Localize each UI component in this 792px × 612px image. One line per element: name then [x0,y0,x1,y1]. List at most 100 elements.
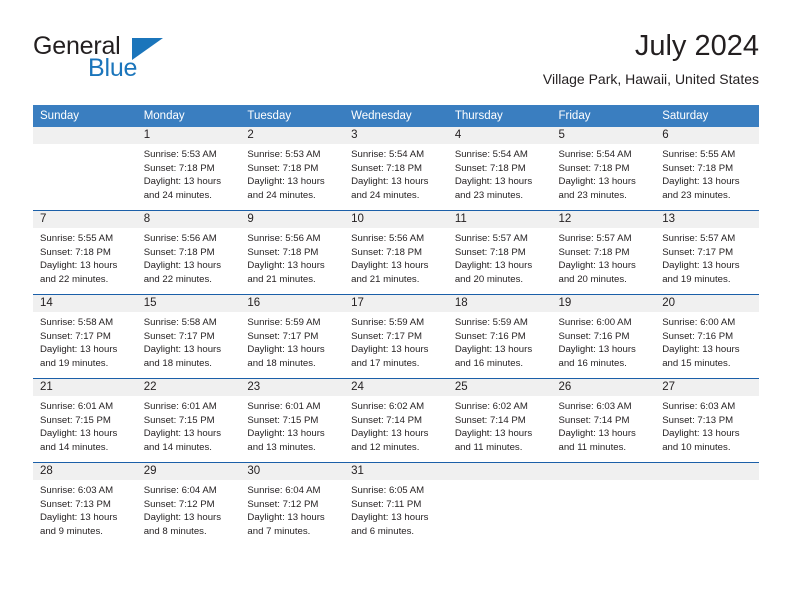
day-number: 20 [655,295,759,312]
calendar-day[interactable]: 1 Sunrise: 5:53 AM Sunset: 7:18 PM Daylight… [136,127,241,210]
day-number: 10 [344,211,448,228]
calendar-day[interactable]: 22 Sunrise: 6:01 AM Sunset: 7:15 PM Dayligh… [136,379,241,462]
daylight-text-line1: Daylight: 13 hours [662,344,740,356]
sunset-text: Sunset: 7:14 PM [454,414,526,426]
day-number: 21 [33,379,137,396]
calendar-day-cell [551,462,656,546]
calendar-day[interactable]: 26 Sunrise: 6:03 AM Sunset: 7:14 PM Dayligh… [551,379,656,462]
calendar-day[interactable]: 14 Sunrise: 5:58 AM Sunset: 7:17 PM Dayligh… [33,295,137,378]
day-number [447,463,552,480]
calendar-day[interactable]: 5 Sunrise: 5:54 AM Sunset: 7:18 PM Daylight… [551,127,656,210]
calendar-day-cell: 5 Sunrise: 5:54 AM Sunset: 7:18 PM Daylight… [551,127,656,211]
daylight-text-line2: and 15 minutes. [662,357,731,369]
calendar-day[interactable]: 19 Sunrise: 6:00 AM Sunset: 7:16 PM Dayligh… [551,295,656,378]
calendar-day[interactable]: 10 Sunrise: 5:56 AM Sunset: 7:18 PM Dayligh… [344,211,448,294]
calendar-day[interactable]: 13 Sunrise: 5:57 AM Sunset: 7:17 PM Dayligh… [655,211,759,294]
daylight-text-line1: Daylight: 13 hours [143,176,222,188]
sunrise-text: Sunrise: 5:55 AM [662,149,736,160]
daylight-text-line1: Daylight: 13 hours [143,260,222,272]
calendar-day[interactable]: 7 Sunrise: 5:55 AM Sunset: 7:18 PM Daylight… [33,211,137,294]
sunrise-text: Sunrise: 5:58 AM [40,317,114,328]
calendar-day[interactable]: 11 Sunrise: 5:57 AM Sunset: 7:18 PM Dayligh… [447,211,552,294]
calendar-day[interactable]: 17 Sunrise: 5:59 AM Sunset: 7:17 PM Dayligh… [344,295,448,378]
day-sun-info: Sunrise: 6:02 AM Sunset: 7:14 PM Daylight:… [448,396,552,454]
sunset-text: Sunset: 7:12 PM [143,498,215,510]
calendar-day[interactable]: 21 Sunrise: 6:01 AM Sunset: 7:15 PM Dayligh… [33,379,137,462]
day-sun-info: Sunrise: 6:04 AM Sunset: 7:12 PM Daylight:… [137,480,241,538]
calendar-day[interactable]: 27 Sunrise: 6:03 AM Sunset: 7:13 PM Dayligh… [655,379,759,462]
weekday-header-saturday: Saturday [655,105,759,127]
sunrise-text: Sunrise: 6:01 AM [40,401,114,412]
calendar-day[interactable]: 4 Sunrise: 5:54 AM Sunset: 7:18 PM Daylight… [447,127,552,210]
calendar-day[interactable]: 16 Sunrise: 5:59 AM Sunset: 7:17 PM Dayligh… [240,295,345,378]
day-sun-info: Sunrise: 6:04 AM Sunset: 7:12 PM Daylight:… [240,480,344,538]
daylight-text-line2: and 7 minutes. [247,525,311,537]
day-number: 24 [344,379,448,396]
sunset-text: Sunset: 7:14 PM [558,414,630,426]
daylight-text-line2: and 22 minutes. [40,273,109,285]
sunrise-text: Sunrise: 5:59 AM [247,317,321,328]
sunset-text: Sunset: 7:18 PM [247,162,319,174]
daylight-text-line1: Daylight: 13 hours [247,428,325,440]
calendar-page: General Blue July 2024 Village Park, Haw… [0,0,792,612]
day-number: 3 [344,127,448,144]
sunrise-text: Sunrise: 5:54 AM [558,149,632,160]
brand-logo[interactable]: General Blue [33,32,213,88]
sunset-text: Sunset: 7:18 PM [40,246,111,258]
calendar-day[interactable]: 28 Sunrise: 6:03 AM Sunset: 7:13 PM Dayligh… [33,463,137,546]
sunrise-text: Sunrise: 5:56 AM [247,233,321,244]
day-sun-info: Sunrise: 6:00 AM Sunset: 7:16 PM Daylight:… [655,312,759,370]
calendar-day[interactable]: 2 Sunrise: 5:53 AM Sunset: 7:18 PM Daylight… [240,127,345,210]
daylight-text-line1: Daylight: 13 hours [143,512,222,524]
sunrise-text: Sunrise: 5:54 AM [454,149,528,160]
calendar-body: 1 Sunrise: 5:53 AM Sunset: 7:18 PM Daylight… [33,127,759,546]
calendar-week-row: 14 Sunrise: 5:58 AM Sunset: 7:17 PM Dayligh… [33,294,759,379]
day-number: 11 [447,211,552,228]
calendar-day-cell: 30 Sunrise: 6:04 AM Sunset: 7:12 PM Dayligh… [240,462,345,546]
day-number: 4 [447,127,552,144]
calendar-day-cell: 23 Sunrise: 6:01 AM Sunset: 7:15 PM Dayligh… [240,378,345,463]
daylight-text-line1: Daylight: 13 hours [143,344,222,356]
day-sun-info: Sunrise: 5:54 AM Sunset: 7:18 PM Daylight:… [344,144,448,202]
day-sun-info: Sunrise: 5:56 AM Sunset: 7:18 PM Daylight:… [240,228,344,286]
calendar-day[interactable]: 31 Sunrise: 6:05 AM Sunset: 7:11 PM Dayligh… [344,463,448,546]
sunrise-text: Sunrise: 5:54 AM [351,149,425,160]
calendar-day[interactable]: 8 Sunrise: 5:56 AM Sunset: 7:18 PM Daylight… [136,211,241,294]
daylight-text-line1: Daylight: 13 hours [247,512,325,524]
calendar-week-row: 1 Sunrise: 5:53 AM Sunset: 7:18 PM Daylight… [33,127,759,211]
calendar-day-cell: 2 Sunrise: 5:53 AM Sunset: 7:18 PM Daylight… [240,127,345,211]
daylight-text-line1: Daylight: 13 hours [247,176,325,188]
daylight-text-line2: and 9 minutes. [40,525,103,537]
calendar-day[interactable]: 12 Sunrise: 5:57 AM Sunset: 7:18 PM Dayligh… [551,211,656,294]
calendar-day[interactable]: 25 Sunrise: 6:02 AM Sunset: 7:14 PM Dayligh… [447,379,552,462]
day-sun-info: Sunrise: 5:59 AM Sunset: 7:17 PM Daylight:… [344,312,448,370]
sunset-text: Sunset: 7:18 PM [558,246,630,258]
calendar-day-cell: 15 Sunrise: 5:58 AM Sunset: 7:17 PM Dayligh… [136,294,241,379]
calendar-day-cell: 27 Sunrise: 6:03 AM Sunset: 7:13 PM Dayligh… [655,378,759,463]
daylight-text-line2: and 13 minutes. [247,441,316,453]
calendar-day[interactable]: 6 Sunrise: 5:55 AM Sunset: 7:18 PM Daylight… [655,127,759,210]
day-number: 28 [33,463,137,480]
calendar-day[interactable]: 15 Sunrise: 5:58 AM Sunset: 7:17 PM Dayligh… [136,295,241,378]
sunrise-text: Sunrise: 6:03 AM [40,485,114,496]
day-number [551,463,656,480]
calendar-day-cell: 24 Sunrise: 6:02 AM Sunset: 7:14 PM Dayligh… [344,378,448,463]
calendar-day-cell: 9 Sunrise: 5:56 AM Sunset: 7:18 PM Daylight… [240,210,345,295]
day-number: 27 [655,379,759,396]
calendar-day[interactable]: 18 Sunrise: 5:59 AM Sunset: 7:16 PM Dayligh… [447,295,552,378]
calendar-day[interactable]: 24 Sunrise: 6:02 AM Sunset: 7:14 PM Dayligh… [344,379,448,462]
calendar-day[interactable]: 9 Sunrise: 5:56 AM Sunset: 7:18 PM Daylight… [240,211,345,294]
sunset-text: Sunset: 7:17 PM [247,330,319,342]
calendar-day[interactable]: 3 Sunrise: 5:54 AM Sunset: 7:18 PM Daylight… [344,127,448,210]
calendar-day[interactable]: 23 Sunrise: 6:01 AM Sunset: 7:15 PM Dayligh… [240,379,345,462]
sunset-text: Sunset: 7:17 PM [143,330,215,342]
calendar-day[interactable]: 30 Sunrise: 6:04 AM Sunset: 7:12 PM Dayligh… [240,463,345,546]
day-number [655,463,759,480]
sunset-text: Sunset: 7:17 PM [351,330,423,342]
daylight-text-line1: Daylight: 13 hours [247,344,325,356]
sunset-text: Sunset: 7:18 PM [351,162,423,174]
calendar-day[interactable]: 20 Sunrise: 6:00 AM Sunset: 7:16 PM Dayligh… [655,295,759,378]
daylight-text-line2: and 20 minutes. [454,273,524,285]
day-number: 23 [240,379,345,396]
calendar-day[interactable]: 29 Sunrise: 6:04 AM Sunset: 7:12 PM Dayligh… [136,463,241,546]
